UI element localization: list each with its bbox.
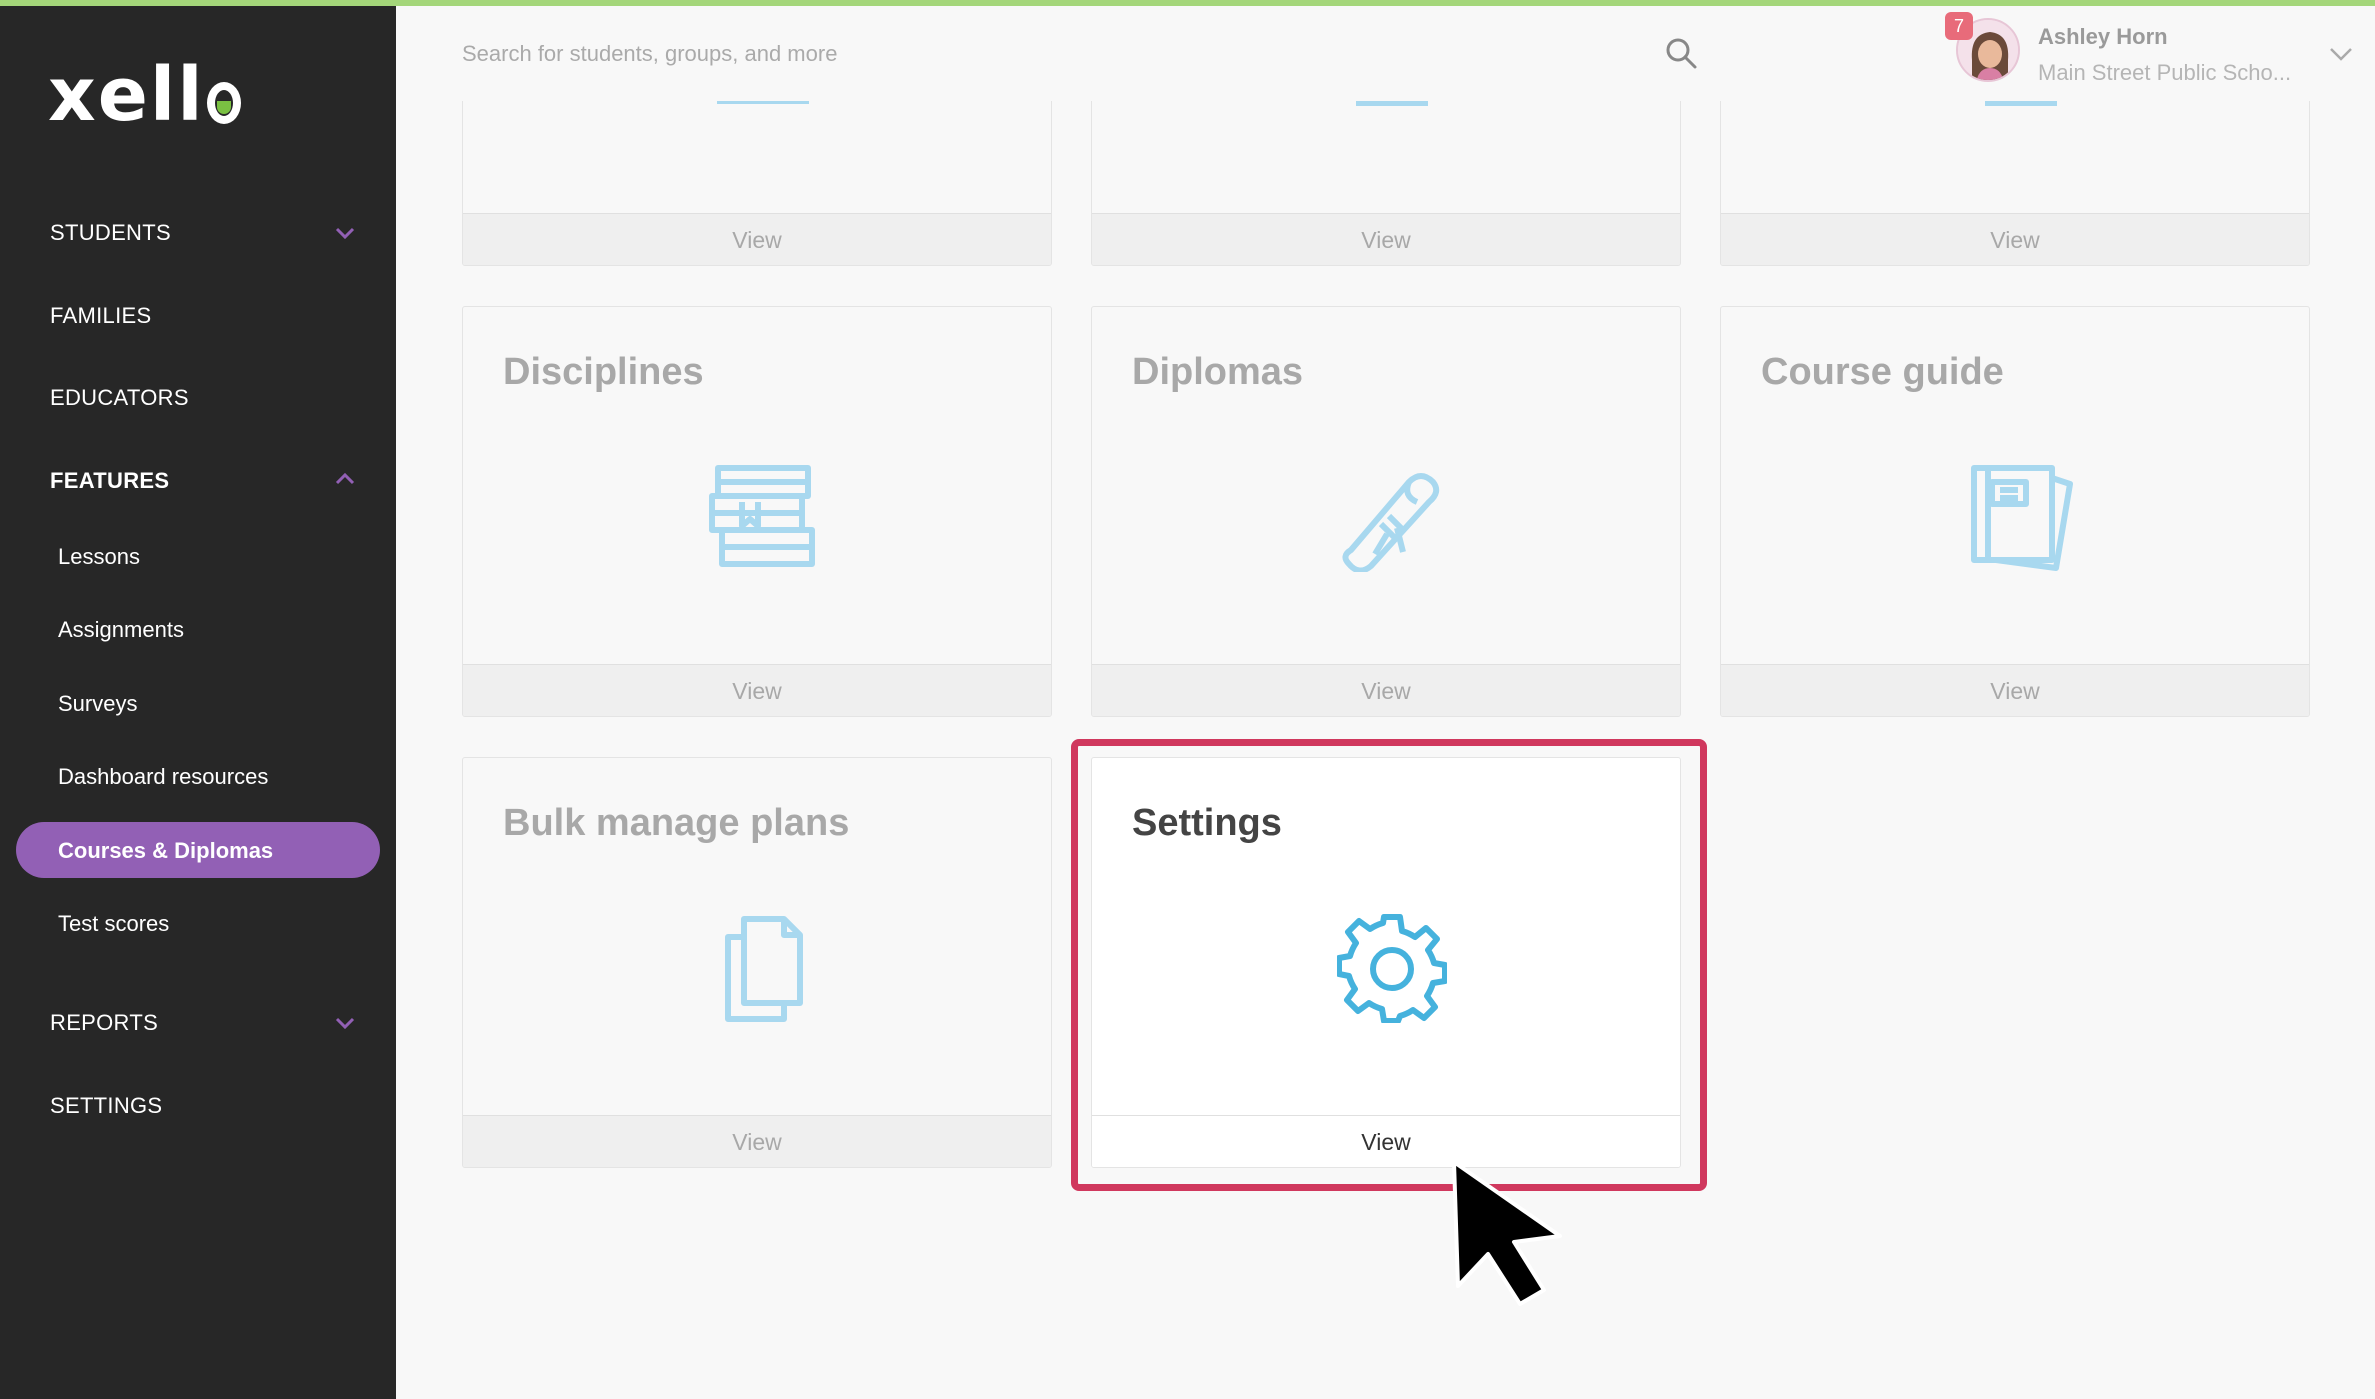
sidebar-item-label: Courses & Diplomas <box>58 838 274 863</box>
chevron-down-icon[interactable] <box>334 1012 356 1034</box>
view-button[interactable]: View <box>1721 664 2309 716</box>
sidebar-item-reports[interactable]: REPORTS <box>50 1010 158 1036</box>
chevron-up-icon[interactable] <box>334 468 356 490</box>
user-name[interactable]: Ashley Horn <box>2038 24 2168 50</box>
card-diplomas[interactable]: Diplomas View <box>1091 306 1681 717</box>
sidebar-item-lessons[interactable]: Lessons <box>58 544 140 570</box>
search-icon[interactable] <box>1664 36 1698 70</box>
logo-o-icon <box>206 82 241 124</box>
sidebar-item-assignments[interactable]: Assignments <box>58 617 184 643</box>
card-disciplines[interactable]: Disciplines View <box>462 306 1052 717</box>
documents-icon <box>725 916 803 1022</box>
card-course-guide[interactable]: Course guide View <box>1720 306 2310 717</box>
mouse-pointer-icon <box>1452 1160 1562 1306</box>
highlight-annotation <box>1071 739 1707 1191</box>
view-button[interactable]: View <box>1092 213 1680 265</box>
card-bulk-manage-plans[interactable]: Bulk manage plans View <box>462 757 1052 1168</box>
course-guide-icon <box>1971 465 2073 571</box>
sidebar-item-families[interactable]: FAMILIES <box>50 303 151 329</box>
books-icon <box>709 465 815 567</box>
card-title: Bulk manage plans <box>503 802 850 844</box>
top-bar: 7 Ashley Horn Main Street Public Scho... <box>396 6 2375 101</box>
sidebar-item-features[interactable]: FEATURES <box>50 468 169 494</box>
card-title: Disciplines <box>503 351 704 393</box>
view-button[interactable]: View <box>463 1115 1051 1167</box>
sidebar: xell STUDENTS FAMILIES EDUCATORS FEATURE… <box>0 0 396 1399</box>
notification-badge[interactable]: 7 <box>1945 12 1973 40</box>
sidebar-item-dashboard-resources[interactable]: Dashboard resources <box>58 764 268 790</box>
sidebar-item-students[interactable]: STUDENTS <box>50 220 171 246</box>
card-title: Diplomas <box>1132 351 1304 393</box>
top-accent-line <box>0 0 2375 6</box>
xello-logo[interactable]: xell <box>48 58 241 132</box>
user-school[interactable]: Main Street Public Scho... <box>2038 60 2303 86</box>
chevron-down-icon[interactable] <box>2328 44 2354 64</box>
view-button[interactable]: View <box>1721 213 2309 265</box>
sidebar-item-settings[interactable]: SETTINGS <box>50 1093 162 1119</box>
card-title: Course guide <box>1761 351 2004 393</box>
sidebar-item-courses-diplomas[interactable]: Courses & Diplomas <box>16 822 380 878</box>
sidebar-item-educators[interactable]: EDUCATORS <box>50 385 189 411</box>
search-input[interactable] <box>462 34 1662 74</box>
sidebar-item-surveys[interactable]: Surveys <box>58 691 137 717</box>
view-button[interactable]: View <box>463 664 1051 716</box>
diploma-icon <box>1342 473 1440 572</box>
sidebar-item-test-scores[interactable]: Test scores <box>58 911 169 937</box>
view-button[interactable]: View <box>463 213 1051 265</box>
view-button[interactable]: View <box>1092 664 1680 716</box>
chevron-down-icon[interactable] <box>334 222 356 244</box>
